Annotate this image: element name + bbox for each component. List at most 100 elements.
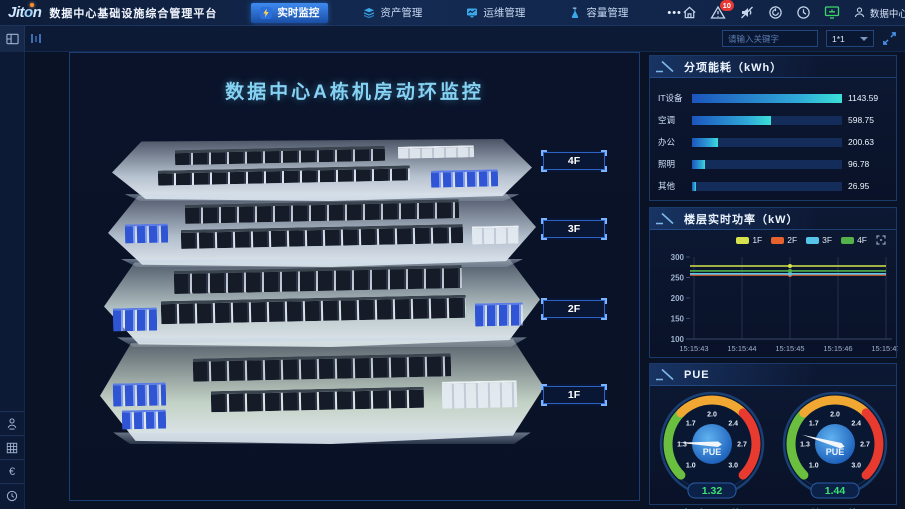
chart-expand-icon[interactable] [876,235,886,245]
svg-text:3.0: 3.0 [851,463,861,470]
machine-room-3d-stage: 数据中心A栋机房动环监控 4F 3F 2F 1F [69,52,640,501]
pue-gauges: 1.01.31.72.02.42.73.0PUE1.32实时PUE值1.01.3… [650,386,896,509]
bar-track [692,160,842,169]
flask-icon [569,7,581,19]
bar-fill [692,116,771,125]
bar-value: 96.78 [842,159,888,169]
floor-3d-1f [100,339,544,444]
sidebar-toggle-button[interactable] [0,26,25,52]
bar-fill [692,182,696,191]
svg-text:2.7: 2.7 [860,442,870,449]
platform-title: 数据中心基础设施综合管理平台 [49,5,217,21]
floor-power-panel: 楼层实时功率（kW） 1F2F3F4F 30025020015010015:15… [649,207,897,358]
svg-text:1.7: 1.7 [808,420,818,427]
nav-more-button[interactable]: ••• [667,7,682,19]
power-line-chart: 30025020015010015:15:4315:15:4415:15:451… [650,247,896,359]
energy-breakdown-panel: 分项能耗（kWh） IT设备1143.59空调598.75办公200.63照明9… [649,55,897,201]
floor-button-4f[interactable]: 4F [541,150,607,172]
svg-text:15:15:44: 15:15:44 [727,344,756,353]
clock-icon[interactable] [796,5,811,20]
bar-track [692,94,842,103]
pue-panel: PUE 1.01.31.72.02.42.73.0PUE1.32实时PUE值1.… [649,363,897,505]
secondary-toolbar: 1*1 [0,26,905,52]
power-panel-header: 楼层实时功率（kW） [650,208,896,230]
bar-label: 空调 [658,114,692,126]
floor-3d-2f [104,259,540,347]
screen-share-icon[interactable] [824,5,840,20]
svg-text:1.7: 1.7 [685,420,695,427]
search-input[interactable] [728,34,812,44]
legend-swatch [806,237,819,244]
lightning-icon [260,7,272,19]
floor-button-2f[interactable]: 2F [541,298,607,320]
legend-swatch [736,237,749,244]
svg-text:300: 300 [671,253,685,262]
floor-3d-3f [108,193,536,267]
nav-tab-ops-mgmt[interactable]: 运维管理 [457,3,534,23]
layers-icon [363,7,375,19]
legend-item-4f[interactable]: 4F [841,235,867,245]
currency-icon[interactable]: € [0,459,24,483]
svg-text:2.4: 2.4 [728,420,738,427]
nav-tab-realtime-monitor[interactable]: 实时监控 [251,3,328,23]
bar-track [692,116,842,125]
main-nav: 实时监控 资产管理 运维管理 容量管理 ••• [251,0,682,25]
pue-gauge-total: 1.01.31.72.02.42.73.0PUE1.44总PUE值 [779,390,891,509]
record-icon[interactable] [768,5,783,20]
panel-header-decoration [655,368,679,381]
svg-text:2.7: 2.7 [737,442,747,449]
grid-layout-select[interactable]: 1*1 [826,30,874,47]
legend-label: 2F [787,235,797,245]
user-menu[interactable]: 数据中心... [853,6,905,20]
navbar-utilities: 10 数据中心... [682,5,905,20]
home-icon[interactable] [682,5,697,20]
top-navbar: Jiton 数据中心基础设施综合管理平台 实时监控 资产管理 运维管理 容量管理… [0,0,905,26]
bar-track [692,138,842,147]
panel-header-decoration [655,212,679,225]
right-panel-column: 分项能耗（kWh） IT设备1143.59空调598.75办公200.63照明9… [649,55,897,505]
energy-panel-header: 分项能耗（kWh） [650,56,896,78]
legend-item-2f[interactable]: 2F [771,235,797,245]
power-chart-legend: 1F 2F 3F 4F [650,230,896,245]
legend-swatch [841,237,854,244]
bar-value: 200.63 [842,137,888,147]
energy-bar-row: 空调 598.75 [658,109,888,131]
floor-3d-4f [112,139,532,201]
energy-bar-row: 其他26.95 [658,175,888,197]
legend-item-1f[interactable]: 1F [736,235,762,245]
bar-fill [692,94,842,103]
location-person-icon[interactable] [0,411,24,435]
nav-tab-capacity-mgmt[interactable]: 容量管理 [560,3,637,23]
alarm-icon[interactable]: 10 [710,5,726,20]
energy-bar-row: 照明96.78 [658,153,888,175]
legend-item-3f[interactable]: 3F [806,235,832,245]
gauge-value: 1.44 [824,485,845,497]
legend-label: 1F [752,235,762,245]
svg-text:100: 100 [671,335,685,344]
nav-tab-asset-mgmt[interactable]: 资产管理 [354,3,431,23]
mute-icon[interactable] [739,5,755,20]
grid-table-icon[interactable] [0,435,24,459]
pue-panel-header: PUE [650,364,896,386]
toolbar-right-group: 1*1 [722,30,905,47]
energy-bar-chart: IT设备1143.59空调598.75办公200.63照明96.78其他26.9… [650,78,896,197]
application-window: Jiton 数据中心基础设施综合管理平台 实时监控 资产管理 运维管理 容量管理… [0,0,905,509]
history-clock-icon[interactable] [0,483,24,507]
floor-button-1f[interactable]: 1F [541,384,607,406]
bar-value: 1143.59 [842,93,888,103]
fullscreen-icon[interactable] [882,31,897,46]
floor-button-3f[interactable]: 3F [541,218,607,240]
svg-text:PUE: PUE [702,447,721,457]
bar-label: 其他 [658,180,692,192]
power-chart-svg: 30025020015010015:15:4315:15:4415:15:451… [654,247,898,359]
svg-text:1.0: 1.0 [685,463,695,470]
bar-label: IT设备 [658,92,692,104]
sidebar-bottom-icons: € [0,411,24,507]
alarm-badge: 10 [720,0,734,11]
svg-text:150: 150 [671,315,685,324]
svg-text:15:15:47: 15:15:47 [871,344,898,353]
layout-columns-icon[interactable] [31,34,41,43]
jiton-logo: Jiton [8,4,41,21]
svg-text:2.4: 2.4 [851,420,861,427]
bar-value: 598.75 [842,115,888,125]
